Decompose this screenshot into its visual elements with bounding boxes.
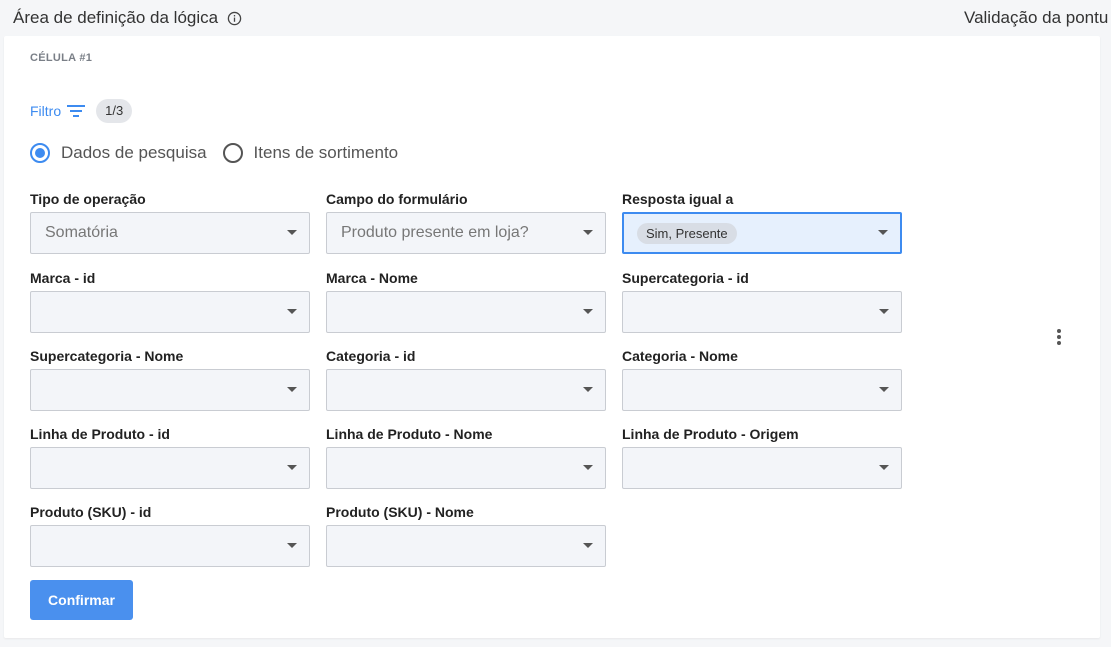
score-validation-title: Validação da pontu [964,8,1109,27]
kebab-dot [1057,335,1061,339]
operation-type-field: Tipo de operação Somatória [30,190,310,254]
category-id-select[interactable] [326,369,606,411]
chevron-down-icon[interactable] [287,387,297,392]
chevron-down-icon[interactable] [287,465,297,470]
sku-id-field: Produto (SKU) - id [30,503,310,567]
chevron-down-icon[interactable] [287,543,297,548]
chevron-down-icon[interactable] [879,309,889,314]
kebab-dot [1057,329,1061,333]
brand-id-select[interactable] [30,291,310,333]
chevron-down-icon[interactable] [583,387,593,392]
chevron-down-icon[interactable] [287,230,297,235]
chevron-down-icon[interactable] [879,387,889,392]
sku-name-field: Produto (SKU) - Nome [326,503,606,567]
form-field-field: Campo do formulário Produto presente em … [326,190,606,254]
category-name-select[interactable] [622,369,902,411]
chevron-down-icon[interactable] [583,465,593,470]
product-line-origin-select[interactable] [622,447,902,489]
operation-type-select[interactable]: Somatória [30,212,310,254]
kebab-menu-icon[interactable] [1054,327,1064,347]
product-line-id-field: Linha de Produto - id [30,425,310,489]
category-id-field: Categoria - id [326,347,606,411]
product-line-id-select[interactable] [30,447,310,489]
filter-link[interactable]: Filtro [30,103,61,119]
supercategory-name-select[interactable] [30,369,310,411]
sku-id-label: Produto (SKU) - id [30,504,152,520]
confirm-button[interactable]: Confirmar [30,580,133,620]
filter-lines-icon[interactable] [67,104,86,118]
form-field-value: Produto presente em loja? [341,224,529,241]
info-icon[interactable] [227,11,242,26]
radio-survey-data-label: Dados de pesquisa [61,143,207,162]
chevron-down-icon[interactable] [583,230,593,235]
sku-id-select[interactable] [30,525,310,567]
logic-area-title-text: Área de definição da lógica [13,8,219,27]
chevron-down-icon[interactable] [879,465,889,470]
brand-name-field: Marca - Nome [326,269,606,333]
logic-area-title: Área de definição da lógica [13,8,242,28]
chevron-down-icon[interactable] [583,543,593,548]
brand-name-label: Marca - Nome [326,270,418,286]
chevron-down-icon[interactable] [583,309,593,314]
product-line-name-field: Linha de Produto - Nome [326,425,606,489]
product-line-name-label: Linha de Produto - Nome [326,426,493,442]
supercategory-name-field: Supercategoria - Nome [30,347,310,411]
chevron-down-icon[interactable] [878,230,888,235]
filter-row: Filtro 1/3 [30,99,133,123]
radio-assortment-items-label: Itens de sortimento [253,143,399,162]
logic-cell-card: CÉLULA #1 Filtro 1/3 Dados de pesquisa I… [4,36,1100,638]
answer-equals-label: Resposta igual a [622,191,734,207]
brand-name-select[interactable] [326,291,606,333]
product-line-id-label: Linha de Produto - id [30,426,170,442]
operation-type-value: Somatória [45,224,118,241]
brand-id-field: Marca - id [30,269,310,333]
supercategory-id-label: Supercategoria - id [622,270,749,286]
supercategory-id-field: Supercategoria - id [622,269,902,333]
radio-assortment-items[interactable]: Itens de sortimento [222,143,399,163]
kebab-dot [1057,341,1061,345]
cell-label: CÉLULA #1 [30,52,93,64]
chevron-down-icon[interactable] [287,309,297,314]
sku-name-select[interactable] [326,525,606,567]
radio-unselected-icon[interactable] [222,143,243,163]
supercategory-name-label: Supercategoria - Nome [30,348,184,364]
radio-selected-icon[interactable] [30,143,50,163]
category-id-label: Categoria - id [326,348,416,364]
answer-equals-select[interactable]: Sim, Presente [622,212,902,254]
sku-name-label: Produto (SKU) - Nome [326,504,474,520]
form-field-select[interactable]: Produto presente em loja? [326,212,606,254]
radio-survey-data[interactable]: Dados de pesquisa [30,143,207,163]
product-line-name-select[interactable] [326,447,606,489]
category-name-field: Categoria - Nome [622,347,902,411]
product-line-origin-field: Linha de Produto - Origem [622,425,902,489]
data-source-radio-group: Dados de pesquisa Itens de sortimento [30,143,398,163]
form-field-label: Campo do formulário [326,191,468,207]
top-header: Área de definição da lógica Validação da… [0,0,1111,36]
supercategory-id-select[interactable] [622,291,902,333]
answer-equals-field: Resposta igual a Sim, Presente [622,190,902,254]
answer-chip[interactable]: Sim, Presente [637,222,737,244]
category-name-label: Categoria - Nome [622,348,738,364]
filter-count-badge: 1/3 [96,99,133,123]
brand-id-label: Marca - id [30,270,96,286]
product-line-origin-label: Linha de Produto - Origem [622,426,799,442]
operation-type-label: Tipo de operação [30,191,146,207]
